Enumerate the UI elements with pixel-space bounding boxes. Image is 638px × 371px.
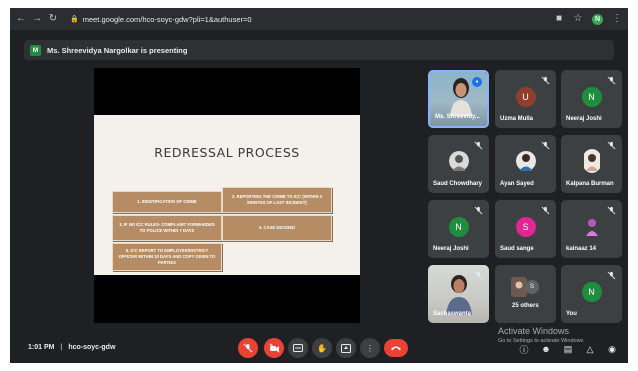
mic-off-icon: [607, 76, 616, 85]
camera-off-icon: [269, 343, 279, 353]
participant-name: 25 others: [512, 303, 539, 309]
mic-off-icon: [607, 141, 616, 150]
participant-name: Kalpana Burman: [566, 181, 614, 187]
presenter-avatar: M: [30, 44, 41, 56]
camera-toggle-button[interactable]: [264, 338, 284, 358]
browser-toolbar: ← → ↻ 🔒 meet.google.com/hco-soyc-gdw?pli…: [10, 8, 628, 30]
back-icon[interactable]: ←: [16, 14, 26, 24]
others-avatar: S: [525, 280, 539, 294]
raise-hand-button[interactable]: ✋: [312, 338, 332, 358]
participant-tile[interactable]: S Saud sange: [495, 200, 556, 258]
mic-off-icon: [474, 141, 483, 150]
forward-icon[interactable]: →: [32, 14, 42, 24]
mic-off-icon: [243, 343, 253, 353]
participant-photo: [515, 151, 536, 171]
participant-tile[interactable]: S 25 others: [495, 265, 556, 323]
meeting-time: 1:01 PM: [28, 344, 55, 351]
more-vert-icon: ⋮: [366, 343, 374, 353]
address-bar[interactable]: 🔒 meet.google.com/hco-soyc-gdw?pli=1&aut…: [64, 12, 258, 26]
slide-step: 5. ICC REPORT TO EMPLOYER/DISTRICT OFFIC…: [112, 243, 222, 271]
captions-button[interactable]: [288, 338, 308, 358]
chat-button[interactable]: ▤: [562, 343, 574, 355]
reload-icon[interactable]: ↻: [48, 14, 58, 24]
participant-name: Saud Chowdhary: [433, 181, 483, 187]
mic-toggle-button[interactable]: [238, 338, 258, 358]
participant-name: Neeraj Joshi: [566, 116, 602, 122]
mic-off-icon: [607, 271, 616, 280]
menu-icon[interactable]: ⋮: [612, 14, 622, 24]
mic-off-icon: [541, 206, 550, 215]
participant-tile[interactable]: N Neeraj Joshi: [428, 200, 489, 258]
slide-step: 4. CASE DECIDED: [222, 215, 332, 241]
slide-step: 3. IF NO ICC RULES- COMPLAINT FORWARDED …: [112, 215, 222, 241]
slide-step: 2. REPORTING THE CRIME TO ICC (WITHIN 3 …: [222, 187, 332, 213]
presenting-text: Ms. Shreevidya Nargolkar is presenting: [47, 45, 188, 55]
more-options-button[interactable]: ⋮: [360, 338, 380, 358]
present-icon: [341, 343, 351, 353]
participant-name: kainaaz 14: [566, 246, 597, 252]
captions-icon: [293, 344, 303, 352]
slide-step: 1. IDENTIFICATION OF CRIME: [112, 191, 222, 213]
presentation-stage: REDRESSAL PROCESS 1. IDENTIFICATION OF C…: [94, 68, 360, 323]
camera-indicator-icon[interactable]: ■: [554, 14, 564, 24]
participant-tile[interactable]: Ayan Sayed: [495, 135, 556, 193]
participant-avatar: N: [581, 87, 602, 107]
mic-off-icon: [541, 141, 550, 150]
participant-avatar: S: [515, 217, 536, 237]
presenting-banner: M Ms. Shreevidya Nargolkar is presenting: [24, 40, 614, 60]
meeting-info-separator: |: [60, 344, 63, 351]
participant-tile[interactable]: ● Ms. Shreevidy...: [428, 70, 489, 128]
lock-icon: 🔒: [70, 16, 79, 23]
person-silhouette-icon: [446, 275, 472, 315]
info-icon: ⓘ: [519, 344, 529, 355]
participant-name: Sachaswanta: [433, 311, 472, 317]
people-icon: ☻: [541, 344, 551, 354]
leave-call-button[interactable]: [384, 339, 408, 357]
participant-tile[interactable]: Sachaswanta: [428, 265, 489, 323]
host-controls-button[interactable]: ◉: [606, 343, 618, 355]
person-silhouette-icon: [450, 78, 472, 116]
presentation-slide: REDRESSAL PROCESS 1. IDENTIFICATION OF C…: [94, 115, 360, 275]
participant-tile[interactable]: Saud Chowdhary: [428, 135, 489, 193]
chat-icon: ▤: [563, 343, 573, 354]
mic-off-icon: [541, 76, 550, 85]
meeting-info: 1:01 PM | hco-soyc-gdw: [28, 344, 115, 351]
participant-name: Uzma Mulla: [500, 116, 534, 122]
participant-name: Neeraj Joshi: [433, 246, 469, 252]
end-call-icon: [391, 346, 401, 351]
meeting-code: hco-soyc-gdw: [68, 344, 116, 351]
speaking-indicator-icon: ●: [472, 77, 482, 87]
participant-photo: [583, 149, 600, 173]
participant-name: You: [566, 311, 577, 317]
mic-off-icon: [474, 206, 483, 215]
participant-name: Ayan Sayed: [500, 181, 534, 187]
present-now-button[interactable]: [336, 338, 356, 358]
shield-icon: ◉: [608, 343, 616, 354]
participant-tile[interactable]: N Neeraj Joshi: [561, 70, 622, 128]
activities-button[interactable]: △: [584, 343, 596, 355]
participant-tile[interactable]: Kalpana Burman: [561, 135, 622, 193]
meeting-details-button[interactable]: ⓘ: [518, 343, 530, 355]
participant-tile[interactable]: U Uzma Mulla: [495, 70, 556, 128]
participant-name: Ms. Shreevidy...: [435, 114, 480, 120]
star-icon[interactable]: ☆: [573, 14, 583, 24]
meeting-controls-bar: 1:01 PM | hco-soyc-gdw ✋ ⋮ ⓘ ☻ ▤ △ ◉: [10, 335, 628, 363]
participant-tile[interactable]: kainaaz 14: [561, 200, 622, 258]
participant-avatar: N: [581, 282, 602, 302]
profile-avatar[interactable]: N: [592, 13, 603, 25]
slide-title: REDRESSAL PROCESS: [154, 145, 300, 160]
activities-icon: △: [586, 343, 594, 354]
participant-tile[interactable]: N You: [561, 265, 622, 323]
participant-photo: [582, 217, 601, 236]
people-button[interactable]: ☻: [540, 343, 552, 355]
mic-off-icon: [607, 206, 616, 215]
participant-photo: [448, 151, 469, 171]
meet-window: ← → ↻ 🔒 meet.google.com/hco-soyc-gdw?pli…: [10, 8, 628, 363]
url-text: meet.google.com/hco-soyc-gdw?pli=1&authu…: [82, 14, 252, 24]
participant-avatar: N: [448, 217, 469, 237]
hand-icon: ✋: [317, 343, 327, 353]
mic-off-icon: [474, 271, 483, 280]
participant-avatar: U: [515, 87, 536, 107]
participant-name: Saud sange: [500, 246, 534, 252]
